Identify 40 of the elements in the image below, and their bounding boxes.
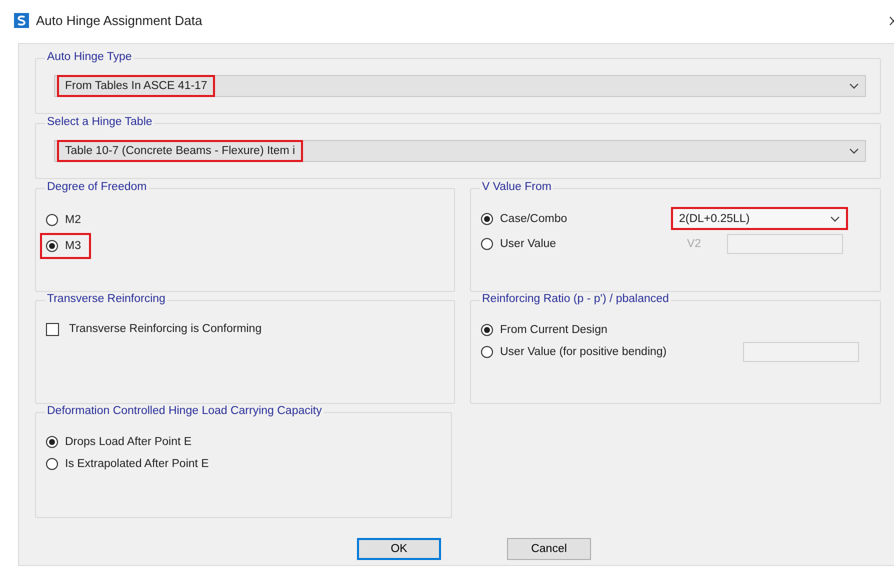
chevron-down-icon [849, 148, 859, 154]
dropdown[interactable]: From Tables In ASCE 41-17 [54, 75, 866, 97]
radio-icon[interactable] [481, 346, 493, 358]
dropdown[interactable]: Table 10-7 (Concrete Beams - Flexure) Item i [54, 140, 866, 162]
app-logo-icon [14, 12, 29, 28]
group-label: Reinforcing Ratio (p - p') / pbalanced [480, 293, 671, 305]
radio-button[interactable]: Drops Load After Point E [46, 431, 192, 453]
radio-icon[interactable] [46, 458, 58, 470]
dropdown-value: 2(DL+0.25LL) [679, 212, 750, 224]
group-label: V Value From [480, 181, 554, 193]
input-field[interactable] [727, 234, 844, 254]
radio-icon[interactable] [46, 436, 58, 448]
group-label: Degree of Freedom [45, 181, 149, 193]
radio-icon[interactable] [481, 238, 493, 250]
radio-icon[interactable] [481, 212, 493, 224]
group-label: Deformation Controlled Hinge Load Carrying Capacity [45, 405, 324, 417]
radio-button[interactable]: M2 [46, 209, 81, 231]
radio-button[interactable]: From Current Design [481, 319, 608, 341]
input-field[interactable] [743, 342, 859, 362]
dropdown-value: From Tables In ASCE 41-17 [57, 75, 216, 97]
radio-button[interactable]: User Value (for positive bending) [481, 341, 667, 363]
dropdown-value: Table 10-7 (Concrete Beams - Flexure) Item i [57, 140, 304, 162]
dialog-button[interactable]: OK [357, 538, 441, 560]
group-label: Select a Hinge Table [45, 116, 154, 128]
radio-icon[interactable] [46, 240, 58, 252]
field-label: V2 [687, 238, 702, 250]
group-label: Transverse Reinforcing [45, 293, 168, 305]
radio-icon[interactable] [46, 214, 58, 226]
checkbox[interactable]: Transverse Reinforcing is Conforming [46, 319, 262, 339]
radio-button[interactable]: Case/Combo [481, 208, 568, 230]
dropdown[interactable]: 2(DL+0.25LL) [671, 207, 848, 230]
dialog-button[interactable]: Cancel [507, 538, 591, 560]
chevron-down-icon [830, 216, 840, 222]
radio-icon[interactable] [481, 324, 493, 336]
chevron-down-icon [849, 83, 859, 89]
window-title: Auto Hinge Assignment Data [36, 12, 202, 28]
radio-button[interactable]: User Value [481, 233, 556, 255]
radio-button[interactable]: M3 [46, 235, 81, 257]
radio-button[interactable]: Is Extrapolated After Point E [46, 453, 209, 475]
group-label: Auto Hinge Type [45, 51, 134, 63]
